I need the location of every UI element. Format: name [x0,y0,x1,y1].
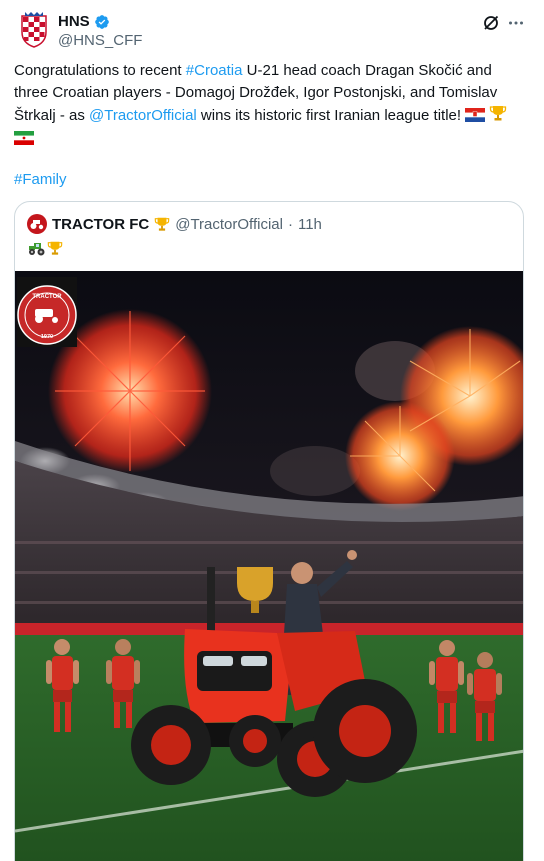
tweet-card[interactable]: HNS @HNS_CFF Congratulations to recent #… [0,0,544,861]
quoted-separator: · [287,215,293,233]
more-options-icon[interactable] [505,12,527,34]
author-handle[interactable]: @HNS_CFF [58,32,142,49]
grok-icon[interactable] [480,12,502,34]
tweet-text: Congratulations to recent #Croatia U-21 … [14,60,530,150]
author-display-name[interactable]: HNS [58,13,90,30]
tractor-logo-text: TRACTOR [32,294,62,300]
quoted-timestamp[interactable]: 11h [298,216,322,233]
tractor-fc-logo: TRACTOR 1970 [17,277,77,347]
author-name-row[interactable]: HNS [58,13,110,30]
hashtag-croatia-link[interactable]: #Croatia [186,62,243,79]
trophy-icon [490,106,507,121]
hashtag-family-link[interactable]: #Family [14,169,67,191]
tweet-text-intro: Congratulations to recent [14,62,186,79]
iran-flag-icon [14,131,34,145]
celebration-image: TRACTOR 1970 [15,271,523,861]
quoted-author-handle[interactable]: @TractorOfficial [175,216,283,233]
tractor-icon [30,220,44,230]
tractor-logo-year: 1970 [41,334,53,340]
tweet-text-end: wins its historic first Iranian league t… [196,107,466,124]
quoted-author-avatar[interactable] [27,214,47,234]
quoted-author-name[interactable]: TRACTOR FC [52,216,149,233]
croatia-crest-icon [21,12,47,48]
quoted-tweet-card[interactable]: TRACTOR FC @TractorOfficial · 11h TRACTO… [14,201,524,861]
croatia-flag-icon [465,108,486,122]
tractor-icon [29,243,45,256]
mention-tractor-link[interactable]: @TractorOfficial [89,107,197,124]
quoted-tweet-header[interactable]: TRACTOR FC @TractorOfficial · 11h [27,214,322,234]
trophy-icon [47,241,63,255]
quoted-tweet-text [27,240,63,260]
verified-badge-icon [94,14,109,29]
author-avatar[interactable] [14,10,54,50]
quoted-tweet-image[interactable]: TRACTOR 1970 [15,271,523,861]
trophy-icon [154,217,170,231]
